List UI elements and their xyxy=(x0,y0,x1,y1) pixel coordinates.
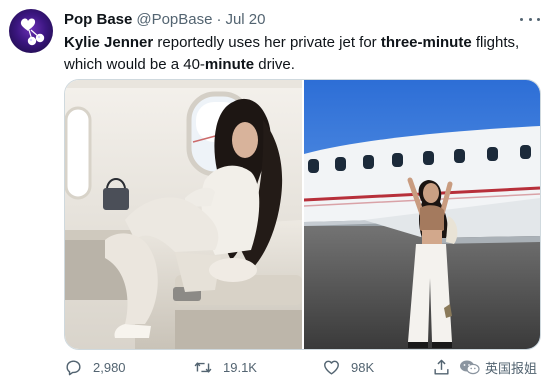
tweet-text-normal: reportedly uses her private jet for xyxy=(153,34,381,51)
jet-photo-image xyxy=(304,80,540,349)
retweet-button[interactable]: 19.1K xyxy=(193,355,257,379)
tweet-header: Pop Base @PopBase · Jul 20 xyxy=(64,9,266,29)
like-button[interactable]: 98K xyxy=(322,355,374,379)
media-photo-left[interactable] xyxy=(65,80,302,349)
tweet-text-normal: drive. xyxy=(254,56,295,73)
header-separator: · xyxy=(216,10,222,28)
watermark-label: 英国报姐 xyxy=(485,360,538,376)
cabin-photo-image xyxy=(65,80,302,349)
avatar-logo-icon xyxy=(20,18,45,46)
heart-icon xyxy=(324,360,339,375)
tweet-text: Kylie Jenner reportedly uses her private… xyxy=(64,32,542,76)
author-handle[interactable]: @PopBase xyxy=(136,11,212,28)
tweet-date[interactable]: Jul 20 xyxy=(225,11,265,28)
media-photo-right[interactable] xyxy=(304,80,540,349)
tweet-media xyxy=(64,79,541,350)
tweet-card[interactable]: Pop Base @PopBase · Jul 20 Kylie Jenner … xyxy=(0,0,553,386)
reply-button[interactable]: 2,980 xyxy=(64,355,126,379)
retweet-count: 19.1K xyxy=(223,359,257,375)
avatar[interactable] xyxy=(9,9,53,53)
tweet-text-bold: minute xyxy=(204,56,255,73)
tweet-text-bold: Kylie Jenner xyxy=(64,34,154,51)
watermark: 英国报姐 xyxy=(455,355,542,379)
reply-count: 2,980 xyxy=(93,359,126,375)
tweet-text-bold: three-minute xyxy=(380,34,472,51)
more-options-icon[interactable] xyxy=(520,12,540,26)
like-count: 98K xyxy=(351,359,375,375)
wechat-logo-icon xyxy=(460,360,480,375)
share-icon xyxy=(434,359,449,375)
reply-icon xyxy=(66,359,81,375)
retweet-icon xyxy=(194,361,212,373)
author-name[interactable]: Pop Base xyxy=(64,11,132,28)
